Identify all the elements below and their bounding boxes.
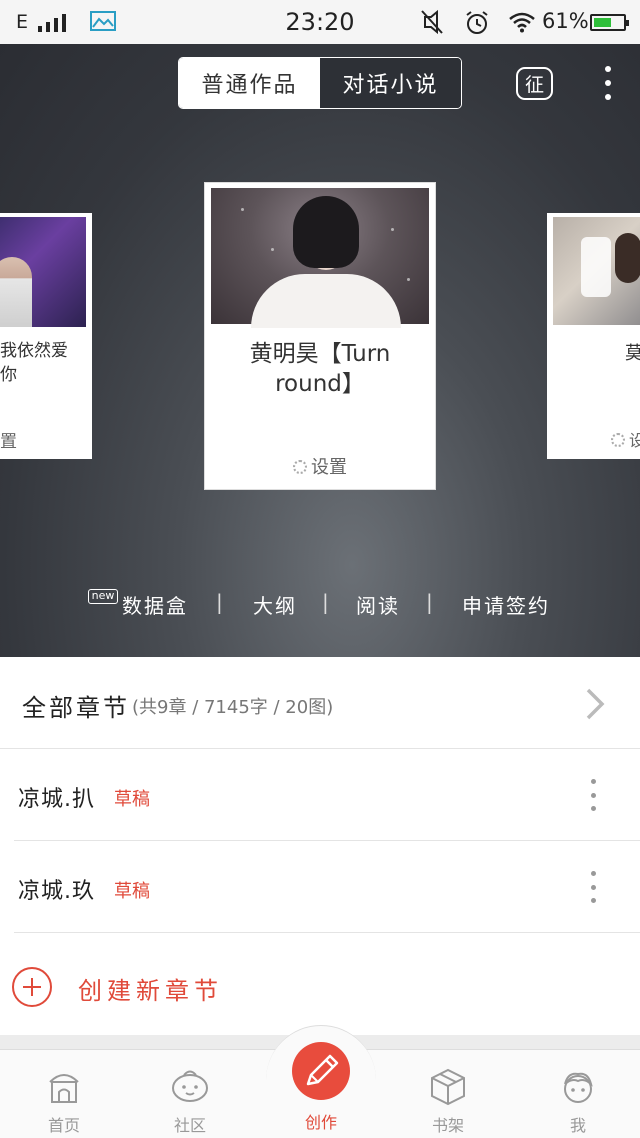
read-button[interactable]: 阅读: [356, 590, 400, 619]
wifi-icon: [509, 12, 535, 33]
create-chapter-button[interactable]: 创建新章节: [0, 935, 640, 1035]
work-card-right[interactable]: 莫 设: [547, 213, 640, 459]
work-title: 我依然爱 你: [0, 341, 68, 385]
chapter-more-icon[interactable]: [586, 867, 600, 907]
cover-image: [0, 217, 86, 327]
gear-icon: [610, 433, 625, 447]
home-tent-icon: [49, 1074, 79, 1103]
tab-home[interactable]: 首页: [14, 1050, 114, 1138]
work-title: 莫: [625, 343, 640, 364]
battery-icon: [590, 14, 629, 31]
bookshelf-box-icon: [431, 1068, 465, 1106]
status-bar: E 23:20 61%: [0, 0, 640, 44]
chapter-more-icon[interactable]: [586, 775, 600, 815]
data-box-button[interactable]: 数据盒: [122, 590, 188, 619]
chapter-name: 凉城.玖: [18, 879, 95, 904]
chapter-row[interactable]: 凉城.扒 草稿: [0, 749, 640, 841]
cover-image: [553, 217, 640, 325]
work-title: 黄明昊【Turn round】: [249, 341, 391, 397]
all-chapters-label: 全部章节: [22, 694, 130, 722]
tab-me[interactable]: 我: [528, 1050, 628, 1138]
works-carousel-area: 普通作品 对话小说 征 我依然爱 你 置 黄明昊【Turn round】 设置 …: [0, 44, 640, 657]
alarm-icon: [466, 11, 488, 34]
tab-normal-works[interactable]: 普通作品: [179, 58, 320, 108]
create-pen-icon: [292, 1042, 350, 1100]
work-card-center[interactable]: 黄明昊【Turn round】 设置: [204, 182, 436, 490]
work-card-left[interactable]: 我依然爱 你 置: [0, 213, 92, 459]
battery-percent: 61%: [542, 9, 589, 33]
settings-link[interactable]: 设: [585, 427, 640, 451]
chevron-right-icon: [586, 688, 605, 720]
battery-fill: [594, 18, 612, 27]
draft-badge: 草稿: [114, 881, 150, 902]
apply-contract-button[interactable]: 申请签约: [462, 590, 550, 619]
all-chapters-row[interactable]: 全部章节 (共9章 / 7145字 / 20图): [0, 657, 640, 749]
chapter-panel: 全部章节 (共9章 / 7145字 / 20图) 凉城.扒 草稿 凉城.玖 草稿…: [0, 657, 640, 1035]
gear-icon: [293, 460, 307, 474]
plus-circle-icon: [12, 967, 52, 1007]
tab-bookshelf[interactable]: 书架: [398, 1050, 498, 1138]
cover-image: [211, 188, 429, 328]
create-chapter-label: 创建新章节: [78, 977, 223, 1005]
tab-create[interactable]: 创作: [266, 1025, 376, 1138]
work-actions: 数据盒 | 大纲 | 阅读 | 申请签约: [122, 590, 550, 619]
draft-badge: 草稿: [114, 789, 150, 810]
profile-face-icon: [564, 1072, 593, 1103]
work-type-toggle: 普通作品 对话小说: [178, 57, 462, 109]
mute-icon: [421, 9, 443, 35]
contest-badge-button[interactable]: 征: [516, 67, 553, 100]
community-face-icon: [172, 1070, 208, 1102]
chapters-summary: (共9章 / 7145字 / 20图): [132, 697, 334, 718]
tab-dialogue-novel[interactable]: 对话小说: [320, 58, 461, 108]
settings-link[interactable]: 设置: [205, 453, 435, 479]
settings-link[interactable]: 置: [0, 427, 17, 452]
outline-button[interactable]: 大纲: [253, 590, 297, 619]
chapter-name: 凉城.扒: [18, 787, 95, 812]
more-options-icon[interactable]: [598, 62, 618, 104]
tab-community[interactable]: 社区: [140, 1050, 240, 1138]
chapter-row[interactable]: 凉城.玖 草稿: [0, 841, 640, 933]
